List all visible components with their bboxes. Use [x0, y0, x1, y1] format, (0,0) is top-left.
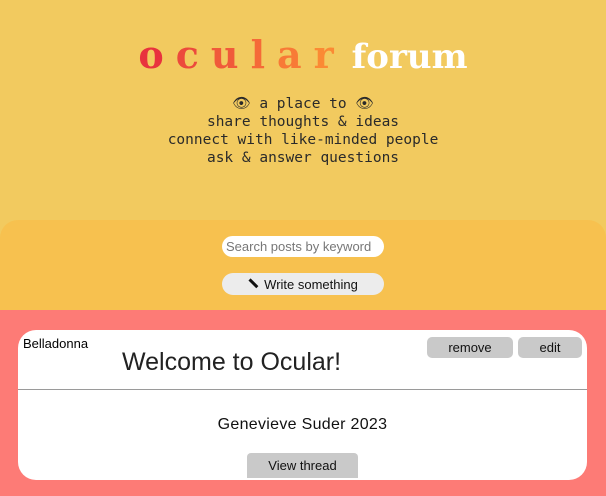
toolbar: Write something	[0, 220, 606, 310]
tagline-line: connect with like-minded people	[167, 132, 439, 148]
site-header: ocular forum 👁 a place to 👁 share thought…	[0, 0, 606, 220]
site-logo: ocular forum	[0, 30, 606, 80]
post-card: Belladonna Welcome to Ocular! remove edi…	[18, 330, 587, 480]
view-thread-button[interactable]: View thread	[247, 453, 358, 478]
tagline-line: share thoughts & ideas	[206, 114, 400, 130]
post-body: Genevieve Suder 2023	[217, 416, 388, 433]
search-input[interactable]	[222, 236, 384, 257]
post-author: Belladonna	[23, 336, 89, 351]
pencil-icon	[248, 279, 258, 289]
divider	[18, 389, 587, 390]
remove-button[interactable]: remove	[427, 337, 513, 358]
post-feed: Belladonna Welcome to Ocular! remove edi…	[0, 310, 606, 496]
logo-word-ocular: ocular	[138, 32, 345, 77]
post-title: Welcome to Ocular!	[122, 348, 342, 376]
tagline-line: 👁 a place to 👁	[232, 96, 374, 112]
logo-letter: o	[138, 32, 176, 77]
logo-word-forum: forum	[351, 37, 468, 77]
write-something-label: Write something	[264, 276, 358, 292]
logo-letter: u	[210, 32, 251, 77]
write-something-button[interactable]: Write something	[222, 273, 384, 295]
edit-button[interactable]: edit	[518, 337, 582, 358]
logo-letter: l	[250, 32, 277, 77]
logo-letter: c	[175, 32, 211, 77]
tagline: 👁 a place to 👁 share thoughts & ideas co…	[0, 95, 606, 167]
tagline-line: ask & answer questions	[206, 150, 400, 166]
logo-letter: a	[277, 32, 314, 77]
logo-letter: r	[313, 32, 346, 77]
